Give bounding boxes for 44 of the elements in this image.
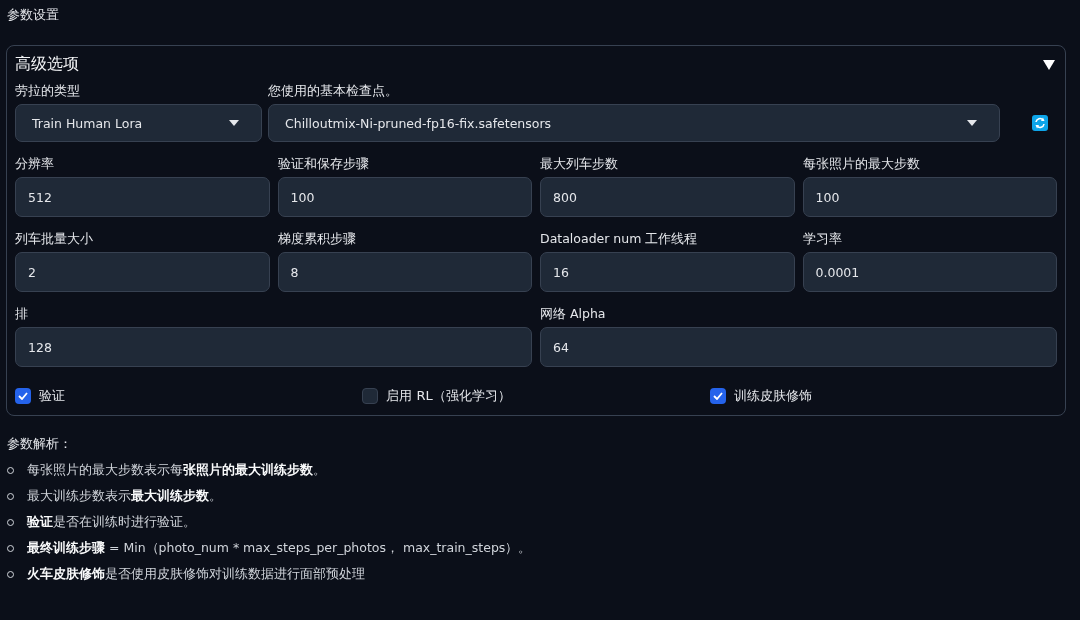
number-field[interactable]: 16 <box>540 252 795 292</box>
checkbox-label[interactable]: 启用 RL（强化学习） <box>386 387 511 405</box>
panel-title[interactable]: 高级选项 <box>15 54 79 75</box>
field-label: 排 <box>15 306 28 323</box>
note-text: 最终训练步骤 = Min（photo_num * max_steps_per_photos， max_train_steps）。 <box>27 540 532 557</box>
number-field[interactable]: 2 <box>15 252 270 292</box>
dropdown[interactable]: Chilloutmix-Ni-pruned-fp16-fix.safetensors <box>268 104 1000 142</box>
number-field[interactable]: 0.0001 <box>802 252 1057 292</box>
field-label: 劳拉的类型 <box>15 83 80 100</box>
field-label: Dataloader num 工作线程 <box>540 231 698 248</box>
collapse-icon[interactable] <box>1043 58 1055 71</box>
field-label: 验证和保存步骤 <box>277 156 369 173</box>
number-field[interactable]: 512 <box>15 177 270 217</box>
check-icon <box>18 392 28 400</box>
caret-icon[interactable] <box>967 120 977 126</box>
refresh-icon[interactable] <box>1032 115 1048 131</box>
number-field[interactable]: 800 <box>540 177 795 217</box>
caret-icon[interactable] <box>229 120 239 126</box>
number-field[interactable]: 8 <box>277 252 532 292</box>
field-label: 最大列车步数 <box>540 156 618 173</box>
field-label: 每张照片的最大步数 <box>802 156 920 173</box>
checkbox[interactable] <box>15 388 31 404</box>
checkbox-label[interactable]: 训练皮肤修饰 <box>733 387 812 405</box>
checkbox[interactable] <box>362 388 379 404</box>
note-text: 每张照片的最大步数表示每张照片的最大训练步数。 <box>27 462 326 479</box>
check-icon <box>712 392 723 400</box>
page-title: 参数设置 <box>6 6 60 24</box>
note-text: 验证是否在训练时进行验证。 <box>27 514 196 531</box>
note-text: 火车皮肤修饰是否使用皮肤修饰对训练数据进行面部预处理 <box>27 566 365 583</box>
number-field[interactable]: 64 <box>540 327 1057 367</box>
field-label: 梯度累积步骤 <box>277 231 356 248</box>
dropdown[interactable]: Train Human Lora <box>15 104 262 142</box>
field-label: 您使用的基本检查点。 <box>268 83 398 100</box>
notes-title: 参数解析： <box>7 436 72 453</box>
field-label: 学习率 <box>802 231 842 248</box>
number-field[interactable]: 128 <box>15 327 532 367</box>
checkbox[interactable] <box>709 388 726 404</box>
field-label: 分辨率 <box>15 156 54 173</box>
number-field[interactable]: 100 <box>277 177 532 217</box>
number-field[interactable]: 100 <box>802 177 1057 217</box>
field-label: 列车批量大小 <box>15 231 93 248</box>
note-text: 最大训练步数表示最大训练步数。 <box>27 488 222 505</box>
checkbox-label[interactable]: 验证 <box>39 387 65 405</box>
field-label: 网络 Alpha <box>540 306 606 323</box>
